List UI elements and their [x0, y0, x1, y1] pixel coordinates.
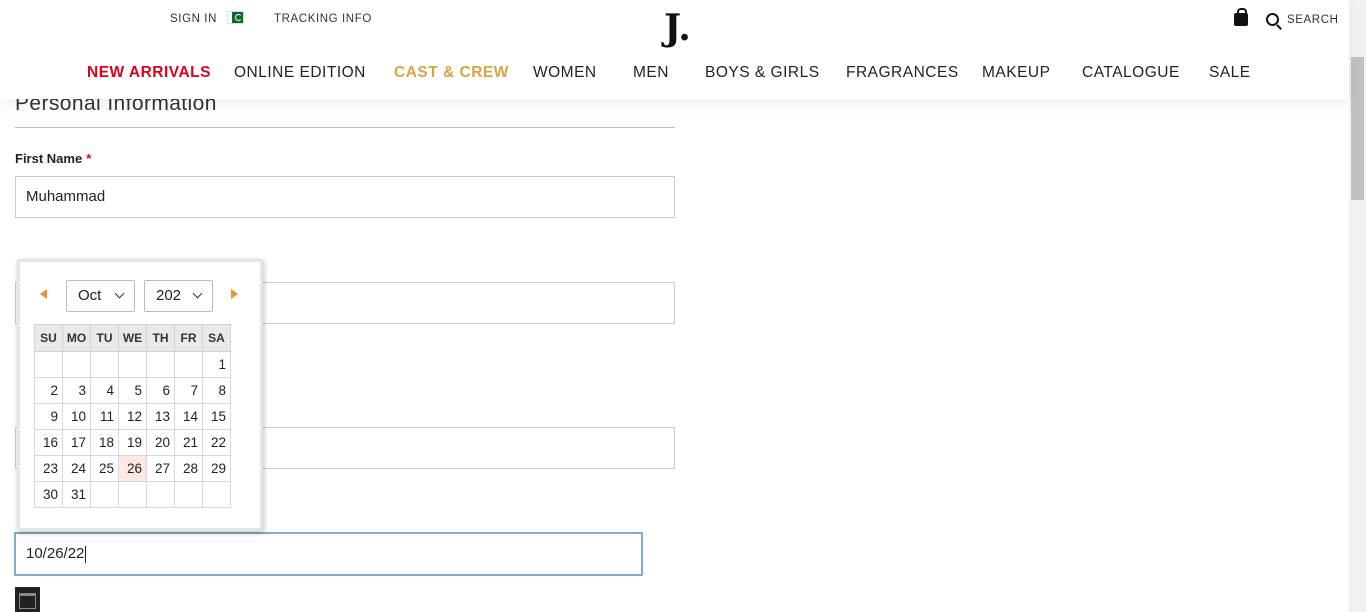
calendar-day[interactable]: 3 [62, 377, 91, 404]
scrollbar-thumb[interactable] [1351, 57, 1364, 200]
calendar-empty-cell [174, 351, 203, 378]
calendar-empty-cell [174, 481, 203, 508]
calendar-day[interactable]: 11 [90, 403, 119, 430]
nav-online-edition[interactable]: ONLINE EDITION [234, 64, 366, 82]
calendar-day[interactable]: 31 [62, 481, 91, 508]
calendar-empty-cell [202, 481, 231, 508]
chevron-down-icon [192, 288, 203, 299]
calendar-empty-cell [146, 481, 175, 508]
tracking-info-link[interactable]: TRACKING INFO [274, 13, 372, 25]
calendar-day[interactable]: 21 [174, 429, 203, 456]
sign-in-link[interactable]: SIGN IN [170, 13, 217, 25]
month-select-value: Oct [78, 287, 102, 304]
calendar-empty-cell [146, 351, 175, 378]
calendar-day[interactable]: 22 [202, 429, 231, 456]
calendar-day[interactable]: 2 [34, 377, 63, 404]
prev-month-icon[interactable] [40, 289, 47, 299]
date-of-birth-input[interactable]: 10/26/22 [14, 532, 643, 576]
calendar-week-row: 16 17 18 19 20 21 22 [34, 429, 231, 456]
next-month-icon[interactable] [231, 289, 238, 299]
calendar-day[interactable]: 29 [202, 455, 231, 482]
page-scrollbar[interactable] [1349, 0, 1366, 612]
calendar-icon[interactable] [15, 587, 40, 612]
brand-logo[interactable]: J. [664, 10, 691, 46]
pakistan-flag-icon[interactable] [228, 12, 243, 23]
calendar-day[interactable]: 9 [34, 403, 63, 430]
calendar-day[interactable]: 7 [174, 377, 203, 404]
calendar-empty-cell [62, 351, 91, 378]
required-asterisk: * [86, 151, 92, 166]
calendar-empty-cell [34, 351, 63, 378]
nav-catalogue[interactable]: CATALOGUE [1082, 64, 1180, 82]
calendar-week-row: 1 [34, 351, 231, 378]
calendar-week-row: 23 24 25 26 27 28 29 [34, 455, 231, 482]
calendar-grid: SU MO TU WE TH FR SA 1 2 3 4 5 6 7 8 9 10 11 12 13 14 15 16 17… [34, 324, 231, 508]
text-caret [85, 545, 87, 563]
calendar-empty-cell [118, 481, 147, 508]
search-icon[interactable] [1266, 13, 1279, 26]
shopping-bag-icon[interactable] [1234, 8, 1248, 26]
nav-fragrances[interactable]: FRAGRANCES [846, 64, 959, 82]
month-select[interactable]: Oct [66, 280, 135, 312]
nav-new-arrivals[interactable]: NEW ARRIVALS [87, 64, 211, 82]
calendar-day[interactable]: 12 [118, 403, 147, 430]
calendar-day[interactable]: 27 [146, 455, 175, 482]
first-name-input[interactable]: Muhammad [15, 176, 675, 218]
calendar-week-row: 30 31 [34, 481, 231, 508]
calendar-day[interactable]: 20 [146, 429, 175, 456]
calendar-day[interactable]: 23 [34, 455, 63, 482]
calendar-day[interactable]: 24 [62, 455, 91, 482]
nav-sale[interactable]: SALE [1209, 64, 1251, 82]
calendar-day[interactable]: 18 [90, 429, 119, 456]
calendar-week-row: 9 10 11 12 13 14 15 [34, 403, 231, 430]
nav-boys-girls[interactable]: BOYS & GIRLS [705, 64, 820, 82]
calendar-day[interactable]: 19 [118, 429, 147, 456]
weekday-header: WE [118, 324, 147, 352]
datepicker-popup: Oct 202 SU MO TU WE TH FR SA 1 2 3 4 5 6 7 8 9 10 11 12 13… [17, 259, 263, 531]
calendar-day[interactable]: 5 [118, 377, 147, 404]
section-divider [15, 127, 675, 128]
nav-men[interactable]: MEN [633, 64, 669, 82]
weekday-header: TH [146, 324, 175, 352]
nav-women[interactable]: WOMEN [533, 64, 597, 82]
calendar-day[interactable]: 15 [202, 403, 231, 430]
weekday-header-row: SU MO TU WE TH FR SA [34, 324, 231, 352]
year-select-value: 202 [156, 287, 182, 304]
calendar-empty-cell [118, 351, 147, 378]
calendar-day[interactable]: 14 [174, 403, 203, 430]
weekday-header: SU [34, 324, 63, 352]
first-name-label-text: First Name [15, 151, 83, 166]
calendar-day[interactable]: 26 [118, 455, 147, 482]
calendar-day[interactable]: 1 [202, 351, 231, 378]
calendar-day[interactable]: 4 [90, 377, 119, 404]
date-of-birth-value: 10/26/22 [26, 545, 85, 562]
weekday-header: MO [62, 324, 91, 352]
calendar-body: 1 2 3 4 5 6 7 8 9 10 11 12 13 14 15 16 17 18 19 20 21 22 23 24 2… [34, 351, 231, 508]
calendar-empty-cell [90, 481, 119, 508]
weekday-header: TU [90, 324, 119, 352]
chevron-down-icon [114, 288, 125, 299]
site-header: SIGN IN TRACKING INFO J. SEARCH NEW ARRI… [0, 0, 1349, 99]
calendar-day[interactable]: 17 [62, 429, 91, 456]
nav-cast-crew[interactable]: CAST & CREW [394, 64, 509, 82]
calendar-day[interactable]: 16 [34, 429, 63, 456]
calendar-empty-cell [90, 351, 119, 378]
year-select[interactable]: 202 [144, 280, 213, 312]
calendar-day[interactable]: 6 [146, 377, 175, 404]
calendar-day[interactable]: 10 [62, 403, 91, 430]
calendar-day[interactable]: 8 [202, 377, 231, 404]
calendar-day[interactable]: 25 [90, 455, 119, 482]
calendar-day[interactable]: 30 [34, 481, 63, 508]
weekday-header: FR [174, 324, 203, 352]
calendar-day[interactable]: 13 [146, 403, 175, 430]
calendar-day[interactable]: 28 [174, 455, 203, 482]
weekday-header: SA [202, 324, 231, 352]
nav-makeup[interactable]: MAKEUP [982, 64, 1050, 82]
calendar-week-row: 2345678 [34, 377, 231, 404]
first-name-label: First Name * [15, 151, 91, 166]
search-link[interactable]: SEARCH [1287, 14, 1339, 26]
